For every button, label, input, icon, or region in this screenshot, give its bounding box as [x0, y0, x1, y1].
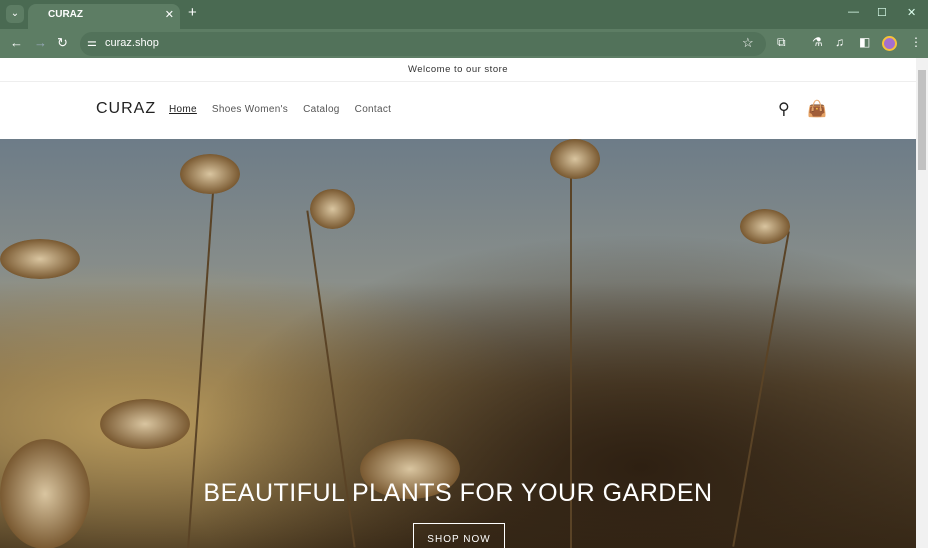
hero-banner: BEAUTIFUL PLANTS FOR YOUR GARDEN SHOP NO… — [0, 139, 916, 548]
flower-head — [550, 139, 600, 179]
menu-kebab-icon[interactable]: ⋮ — [910, 35, 922, 49]
flower-head — [740, 209, 790, 244]
tab-curaz[interactable]: CURAZ ✕ — [28, 4, 180, 29]
profile-avatar[interactable] — [882, 36, 897, 51]
site-info-icon[interactable]: ⚌ — [87, 36, 97, 49]
nav-contact[interactable]: Contact — [355, 104, 392, 115]
new-tab-button[interactable]: + — [188, 4, 197, 21]
forward-icon[interactable]: → — [34, 35, 47, 50]
flower-head — [180, 154, 240, 194]
extensions-icon[interactable]: ⧉ — [777, 35, 786, 50]
web-page: Welcome to our store CURAZ Home Shoes Wo… — [0, 58, 916, 548]
hero-title: BEAUTIFUL PLANTS FOR YOUR GARDEN — [203, 479, 713, 507]
shop-now-button[interactable]: SHOP NOW — [413, 523, 505, 548]
nav-home[interactable]: Home — [169, 104, 197, 115]
minimize-icon[interactable]: — — [848, 6, 859, 18]
flower-head — [0, 239, 80, 279]
search-icon[interactable]: ⚲ — [778, 99, 790, 119]
address-bar[interactable]: ⚌ curaz.shop ☆ — [80, 32, 766, 56]
tab-title: CURAZ — [48, 9, 83, 20]
url-text: curaz.shop — [105, 37, 159, 49]
bookmark-star-icon[interactable]: ☆ — [742, 35, 754, 51]
close-tab-icon[interactable]: ✕ — [165, 4, 174, 26]
page-scrollbar[interactable] — [916, 58, 928, 548]
labs-flask-icon[interactable]: ⚗ — [812, 35, 823, 49]
reload-icon[interactable]: ↻ — [57, 35, 68, 51]
scrollbar-thumb[interactable] — [918, 70, 926, 170]
back-icon[interactable]: ← — [10, 35, 23, 50]
main-nav: Home Shoes Women's Catalog Contact — [169, 104, 391, 115]
flower-head — [310, 189, 355, 229]
tab-strip: ⌄ CURAZ ✕ + — ☐ ✕ — [0, 0, 928, 29]
close-window-icon[interactable]: ✕ — [907, 6, 916, 19]
browser-toolbar: ← → ↻ ⚌ curaz.shop ☆ ⧉ ⚗ ♫ ◧ ⋮ — [0, 29, 928, 58]
site-header: CURAZ Home Shoes Women's Catalog Contact… — [0, 82, 916, 139]
media-control-icon[interactable]: ♫ — [835, 35, 844, 49]
maximize-icon[interactable]: ☐ — [877, 6, 887, 19]
cart-icon[interactable]: 👜 — [807, 99, 827, 119]
tab-search-button[interactable]: ⌄ — [6, 5, 24, 23]
announcement-bar: Welcome to our store — [0, 58, 916, 82]
nav-catalog[interactable]: Catalog — [303, 104, 340, 115]
side-panel-icon[interactable]: ◧ — [859, 35, 870, 49]
flower-head — [100, 399, 190, 449]
store-logo[interactable]: CURAZ — [96, 100, 156, 118]
nav-shoes-women[interactable]: Shoes Women's — [212, 104, 288, 115]
